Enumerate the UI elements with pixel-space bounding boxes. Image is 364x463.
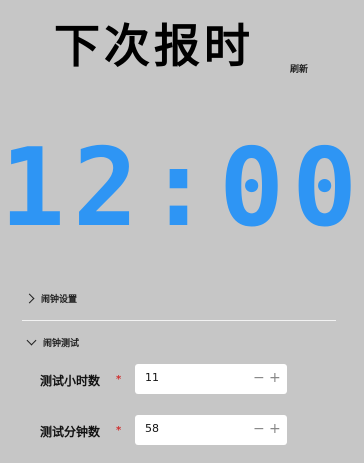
required-marker: * bbox=[116, 374, 122, 385]
chevron-down-icon bbox=[26, 335, 37, 345]
increment-minute-button[interactable]: + bbox=[269, 421, 281, 437]
test-minute-stepper[interactable]: − + bbox=[135, 415, 287, 445]
test-hour-label: 测试小时数 bbox=[40, 374, 101, 388]
alarm-settings-header[interactable]: 闹钟设置 bbox=[24, 289, 78, 307]
required-marker: * bbox=[116, 425, 122, 436]
decrement-minute-button[interactable]: − bbox=[253, 421, 265, 437]
alarm-test-header[interactable]: 闹钟测试 bbox=[26, 333, 79, 351]
page-title: 下次报时 bbox=[54, 19, 254, 73]
test-hour-input[interactable] bbox=[145, 371, 245, 384]
alarm-test-label: 闹钟测试 bbox=[43, 338, 80, 349]
alarm-settings-label: 闹钟设置 bbox=[41, 294, 78, 305]
test-minute-label: 测试分钟数 bbox=[40, 425, 101, 439]
test-hour-stepper[interactable]: − + bbox=[135, 364, 287, 394]
refresh-link[interactable]: 刷新 bbox=[290, 62, 308, 75]
increment-hour-button[interactable]: + bbox=[269, 370, 281, 386]
section-divider bbox=[22, 320, 336, 321]
chevron-right-icon bbox=[24, 293, 35, 303]
test-hour-row: 测试小时数 * − + bbox=[0, 364, 364, 396]
decrement-hour-button[interactable]: − bbox=[253, 370, 265, 386]
test-minute-input[interactable] bbox=[145, 422, 245, 435]
next-chime-time: 12:00 bbox=[0, 126, 364, 251]
test-minute-row: 测试分钟数 * − + bbox=[0, 415, 364, 447]
